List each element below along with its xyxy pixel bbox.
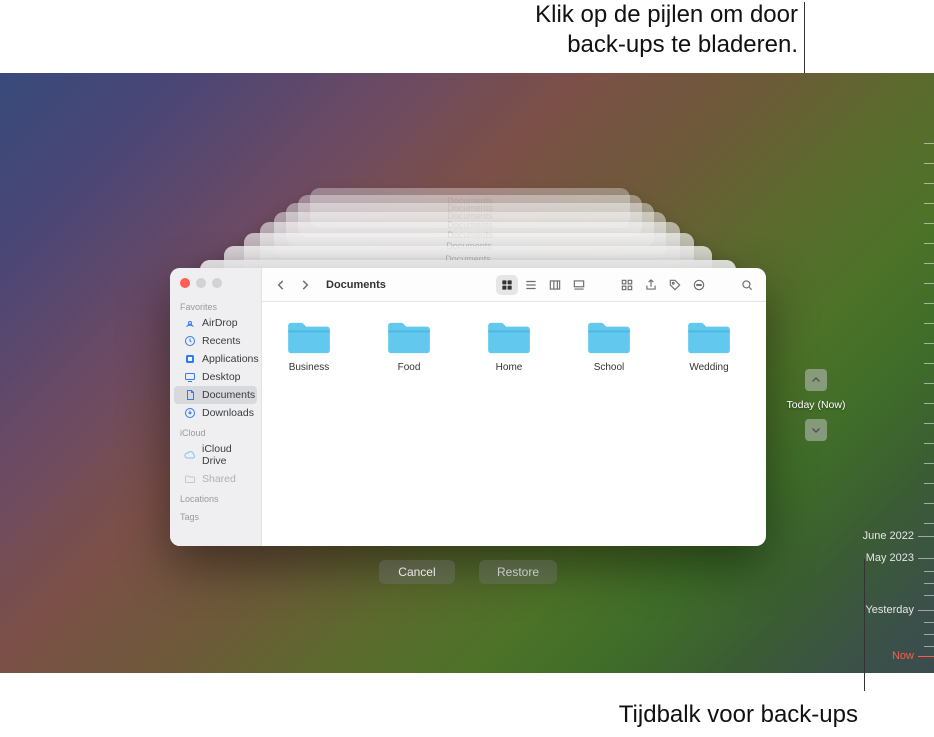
backup-prev-button[interactable]	[805, 369, 827, 391]
sidebar-header-locations: Locations	[170, 488, 261, 506]
finder-window: Favorites AirDrop Recents Applications D…	[170, 268, 766, 546]
folder-item[interactable]: Home	[474, 320, 544, 373]
sidebar-item-label: iCloud Drive	[202, 443, 249, 467]
sidebar-item-label: Documents	[202, 389, 255, 401]
sidebar-item-label: Shared	[202, 473, 236, 485]
clock-icon	[184, 335, 196, 347]
folder-item[interactable]: Food	[374, 320, 444, 373]
folder-icon	[686, 320, 732, 356]
sidebar-item-recents[interactable]: Recents	[174, 332, 257, 350]
sidebar-item-applications[interactable]: Applications	[174, 350, 257, 368]
search-button[interactable]	[736, 275, 758, 295]
chevron-up-icon	[810, 374, 822, 386]
cancel-button[interactable]: Cancel	[379, 560, 455, 584]
applications-icon	[184, 353, 196, 365]
desktop-icon	[184, 371, 196, 383]
shared-folder-icon	[184, 473, 196, 485]
folder-icon	[386, 320, 432, 356]
sidebar-item-label: AirDrop	[202, 317, 238, 329]
airdrop-icon	[184, 317, 196, 329]
sidebar-item-desktop[interactable]: Desktop	[174, 368, 257, 386]
sidebar-header-icloud: iCloud	[170, 422, 261, 440]
window-traffic-lights	[170, 274, 261, 296]
backup-nav-arrows: Today (Now)	[776, 369, 856, 441]
folder-label: Food	[398, 362, 421, 373]
sidebar-item-downloads[interactable]: Downloads	[174, 404, 257, 422]
tag-button[interactable]	[664, 275, 686, 295]
action-button[interactable]	[688, 275, 710, 295]
folder-icon	[586, 320, 632, 356]
group-button[interactable]	[616, 275, 638, 295]
minimize-icon[interactable]	[196, 278, 206, 288]
callout-timeline: Tijdbalk voor back-ups	[0, 701, 934, 729]
sidebar-item-airdrop[interactable]: AirDrop	[174, 314, 257, 332]
sidebar-item-label: Downloads	[202, 407, 254, 419]
sidebar-header-tags: Tags	[170, 506, 261, 524]
folder-item[interactable]: Wedding	[674, 320, 744, 373]
sidebar-item-documents[interactable]: Documents	[174, 386, 257, 404]
folder-item[interactable]: School	[574, 320, 644, 373]
folder-label: Wedding	[689, 362, 728, 373]
close-icon[interactable]	[180, 278, 190, 288]
cloud-icon	[184, 449, 196, 461]
timeline-label: June 2022	[863, 530, 914, 542]
folder-label: Business	[289, 362, 330, 373]
sidebar-header-favorites: Favorites	[170, 296, 261, 314]
time-machine-stage: Documents Documents Documents Documents …	[0, 73, 934, 673]
sidebar-item-label: Recents	[202, 335, 241, 347]
view-columns-button[interactable]	[544, 275, 566, 295]
forward-button[interactable]	[294, 275, 316, 295]
back-button[interactable]	[270, 275, 292, 295]
file-grid: Business Food Home School Wedding	[262, 302, 766, 546]
backup-timeline[interactable]: June 2022 May 2023 Yesterday Now	[858, 73, 934, 673]
finder-sidebar: Favorites AirDrop Recents Applications D…	[170, 268, 262, 546]
folder-label: School	[594, 362, 625, 373]
callout-arrows-line2: back-ups te bladeren.	[0, 30, 798, 60]
view-gallery-button[interactable]	[568, 275, 590, 295]
folder-item[interactable]: Business	[274, 320, 344, 373]
window-title: Documents	[326, 279, 386, 291]
callout-arrows-line1: Klik op de pijlen om door	[0, 0, 798, 30]
finder-content: Documents	[262, 268, 766, 546]
downloads-icon	[184, 407, 196, 419]
callout-arrows: Klik op de pijlen om door back-ups te bl…	[0, 0, 934, 60]
chevron-down-icon	[810, 424, 822, 436]
share-button[interactable]	[640, 275, 662, 295]
view-icons-button[interactable]	[496, 275, 518, 295]
view-list-button[interactable]	[520, 275, 542, 295]
backup-now-label: Today (Now)	[776, 399, 856, 411]
folder-icon	[286, 320, 332, 356]
callout-timeline-text: Tijdbalk voor back-ups	[619, 701, 858, 728]
callout-timeline-leader	[864, 559, 865, 691]
sidebar-item-label: Desktop	[202, 371, 241, 383]
timeline-label: May 2023	[866, 552, 914, 564]
documents-icon	[184, 389, 196, 401]
timeline-label: Yesterday	[865, 604, 914, 616]
zoom-icon[interactable]	[212, 278, 222, 288]
backup-next-button[interactable]	[805, 419, 827, 441]
sidebar-item-shared[interactable]: Shared	[174, 470, 257, 488]
folder-label: Home	[496, 362, 523, 373]
sidebar-item-label: Applications	[202, 353, 259, 365]
timeline-label-now: Now	[892, 650, 914, 662]
finder-toolbar: Documents	[262, 268, 766, 302]
restore-button[interactable]: Restore	[479, 560, 557, 584]
action-buttons: Cancel Restore	[170, 560, 766, 584]
folder-icon	[486, 320, 532, 356]
sidebar-item-icloud-drive[interactable]: iCloud Drive	[174, 440, 257, 470]
